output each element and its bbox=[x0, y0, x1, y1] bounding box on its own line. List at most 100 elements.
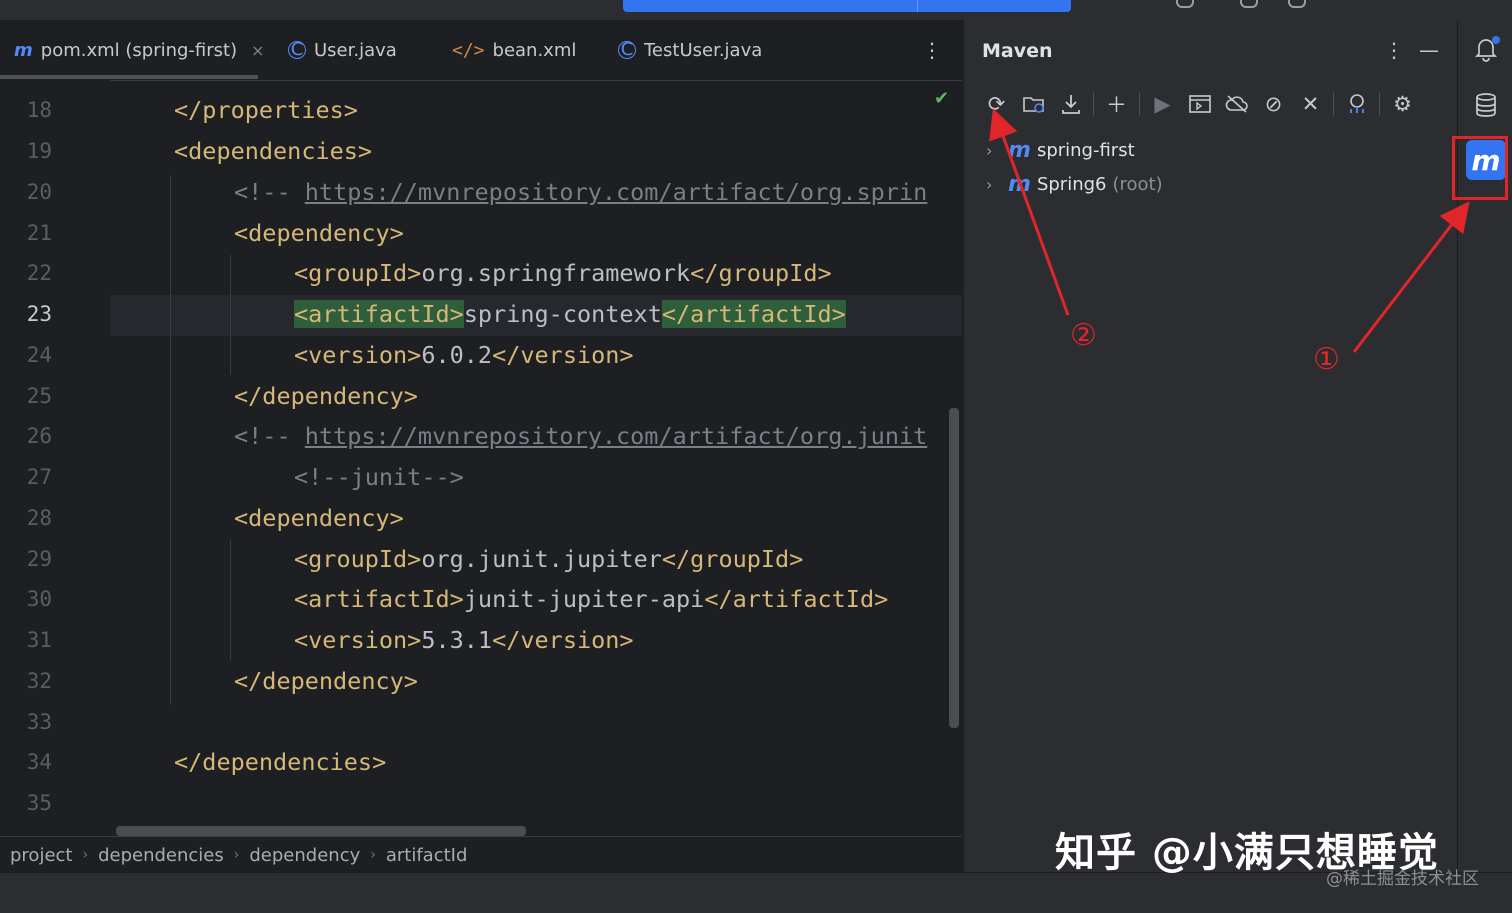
matched-tag-close: </artifactId> bbox=[661, 300, 846, 328]
line-number-gutter: 18 19 20 21 22 23 24 25 26 27 28 29 30 3… bbox=[0, 80, 110, 840]
tab-testuser-java[interactable]: C TestUser.java bbox=[618, 20, 762, 80]
url-link[interactable]: https://mvnrepository.com/artifact/org.j… bbox=[305, 422, 928, 450]
code-line-25: </dependency> bbox=[234, 382, 418, 410]
toolbar-separator bbox=[1379, 92, 1380, 116]
line-number: 28 bbox=[26, 506, 52, 530]
watermark-juejin: @稀土掘金技术社区 bbox=[1326, 869, 1479, 889]
status-bar bbox=[0, 872, 1512, 913]
code-line-26: <!-- https://mvnrepository.com/artifact/… bbox=[234, 422, 928, 450]
plus-icon[interactable]: ＋ bbox=[1098, 88, 1135, 120]
toolbar-separator bbox=[1139, 92, 1140, 116]
class-icon: C bbox=[288, 41, 306, 59]
code-line-18: </properties> bbox=[174, 96, 358, 124]
line-number: 20 bbox=[26, 180, 52, 204]
database-icon[interactable] bbox=[1474, 92, 1498, 124]
class-icon: C bbox=[618, 41, 636, 59]
tab-label: TestUser.java bbox=[644, 39, 763, 61]
code-line-28: <dependency> bbox=[234, 504, 404, 532]
reload-icon[interactable]: ⟳ bbox=[978, 88, 1015, 120]
project-name: Spring6 bbox=[1036, 173, 1107, 195]
tab-pom-xml[interactable]: m pom.xml (spring-first) × bbox=[14, 20, 265, 80]
annotation-marker-2: ② bbox=[1070, 318, 1097, 353]
line-number: 33 bbox=[26, 710, 52, 734]
line-number: 26 bbox=[26, 424, 52, 448]
breadcrumb-item-project[interactable]: project bbox=[0, 845, 82, 866]
tree-item-spring-first[interactable]: › m spring-first bbox=[986, 136, 1135, 164]
code-line-34: </dependencies> bbox=[174, 748, 387, 776]
vertical-scrollbar[interactable] bbox=[949, 408, 959, 728]
line-number: 18 bbox=[26, 98, 52, 122]
maven-m-icon: m bbox=[14, 39, 33, 61]
line-number: 32 bbox=[26, 669, 52, 693]
line-number: 27 bbox=[26, 465, 52, 489]
maven-module-icon: m bbox=[1008, 137, 1031, 163]
tab-label: User.java bbox=[314, 39, 397, 61]
toolbar-separator bbox=[1333, 92, 1334, 116]
indent-guide bbox=[170, 175, 171, 705]
line-number: 30 bbox=[26, 587, 52, 611]
tab-user-java[interactable]: C User.java bbox=[288, 20, 397, 80]
line-number: 25 bbox=[26, 384, 52, 408]
code-line-27: <!--junit--> bbox=[294, 463, 464, 491]
line-number: 35 bbox=[26, 791, 52, 815]
indent-guide bbox=[230, 255, 231, 375]
line-number-current: 23 bbox=[26, 302, 52, 326]
settings-top-icon[interactable] bbox=[1288, 0, 1306, 8]
code-line-22: <groupId>org.springframework</groupId> bbox=[294, 259, 832, 287]
line-number: 34 bbox=[26, 750, 52, 774]
annotation-marker-1: ① bbox=[1313, 342, 1340, 377]
line-number: 19 bbox=[26, 139, 52, 163]
settings-icon[interactable]: ⚙ bbox=[1384, 88, 1421, 120]
run-icon[interactable]: ▶ bbox=[1144, 88, 1181, 120]
breadcrumb: project › dependencies › dependency › ar… bbox=[0, 836, 962, 872]
chevron-right-icon[interactable]: › bbox=[986, 175, 1008, 194]
maven-tool-window: Maven ⋮ — ⟳ ＋ ▶ ⊘ ✕ ⚙ › m spring-first ›… bbox=[963, 20, 1458, 872]
add-folder-icon[interactable] bbox=[1015, 88, 1052, 120]
offline-icon[interactable] bbox=[1218, 88, 1255, 120]
url-link[interactable]: https://mvnrepository.com/artifact/org.s… bbox=[305, 178, 928, 206]
chevron-right-icon[interactable]: › bbox=[986, 141, 1008, 160]
breadcrumb-item-dependencies[interactable]: dependencies bbox=[88, 845, 234, 866]
breadcrumb-item-artifactid[interactable]: artifactId bbox=[376, 845, 478, 866]
code-line-31: <version>5.3.1</version> bbox=[294, 626, 634, 654]
notification-badge bbox=[1492, 36, 1500, 44]
minimize-icon[interactable]: — bbox=[1419, 38, 1439, 62]
code-line-20: <!-- https://mvnrepository.com/artifact/… bbox=[234, 178, 928, 206]
panel-title: Maven bbox=[982, 40, 1053, 62]
line-number: 24 bbox=[26, 343, 52, 367]
more-tabs-icon[interactable]: ⋮ bbox=[922, 38, 942, 62]
tab-bean-xml[interactable]: </> bean.xml bbox=[452, 20, 576, 80]
skip-tests-icon[interactable]: ⊘ bbox=[1255, 88, 1292, 120]
inspection-ok-icon[interactable]: ✔ bbox=[934, 88, 949, 109]
search-everywhere-icon[interactable] bbox=[1240, 0, 1258, 8]
root-suffix: (root) bbox=[1112, 173, 1163, 195]
run-widget[interactable] bbox=[623, 0, 1071, 12]
horizontal-scrollbar[interactable] bbox=[116, 826, 526, 836]
line-number: 22 bbox=[26, 261, 52, 285]
code-line-24: <version>6.0.2</version> bbox=[294, 341, 634, 369]
code-line-21: <dependency> bbox=[234, 219, 404, 247]
breadcrumb-item-dependency[interactable]: dependency bbox=[239, 845, 370, 866]
code-line-23: <artifactId>spring-context</artifactId> bbox=[294, 300, 846, 328]
annotation-highlight-box bbox=[1452, 136, 1508, 200]
collapse-icon[interactable]: ✕ bbox=[1292, 88, 1329, 120]
tab-label: pom.xml (spring-first) bbox=[40, 39, 238, 61]
active-tab-indicator bbox=[0, 75, 258, 79]
code-editor[interactable]: m pom.xml (spring-first) × C User.java <… bbox=[0, 20, 962, 872]
project-name: spring-first bbox=[1036, 139, 1135, 161]
tree-item-spring6[interactable]: › m Spring6 (root) bbox=[986, 170, 1163, 198]
close-icon[interactable]: × bbox=[251, 41, 264, 60]
more-options-icon[interactable]: ⋮ bbox=[1384, 38, 1404, 62]
tab-label: bean.xml bbox=[492, 39, 577, 61]
code-line-30: <artifactId>junit-jupiter-api</artifactI… bbox=[294, 585, 889, 613]
download-icon[interactable] bbox=[1052, 88, 1089, 120]
execute-goal-icon[interactable] bbox=[1181, 88, 1218, 120]
vcs-icon[interactable] bbox=[1176, 0, 1194, 8]
maven-module-icon: m bbox=[1008, 171, 1031, 197]
editor-tab-bar: m pom.xml (spring-first) × C User.java <… bbox=[0, 20, 962, 81]
window-top-strip bbox=[0, 0, 1512, 20]
maven-toolbar: ⟳ ＋ ▶ ⊘ ✕ ⚙ bbox=[978, 88, 1421, 120]
analyze-icon[interactable] bbox=[1338, 88, 1375, 120]
code-line-29: <groupId>org.junit.jupiter</groupId> bbox=[294, 545, 804, 573]
code-line-32: </dependency> bbox=[234, 667, 418, 695]
